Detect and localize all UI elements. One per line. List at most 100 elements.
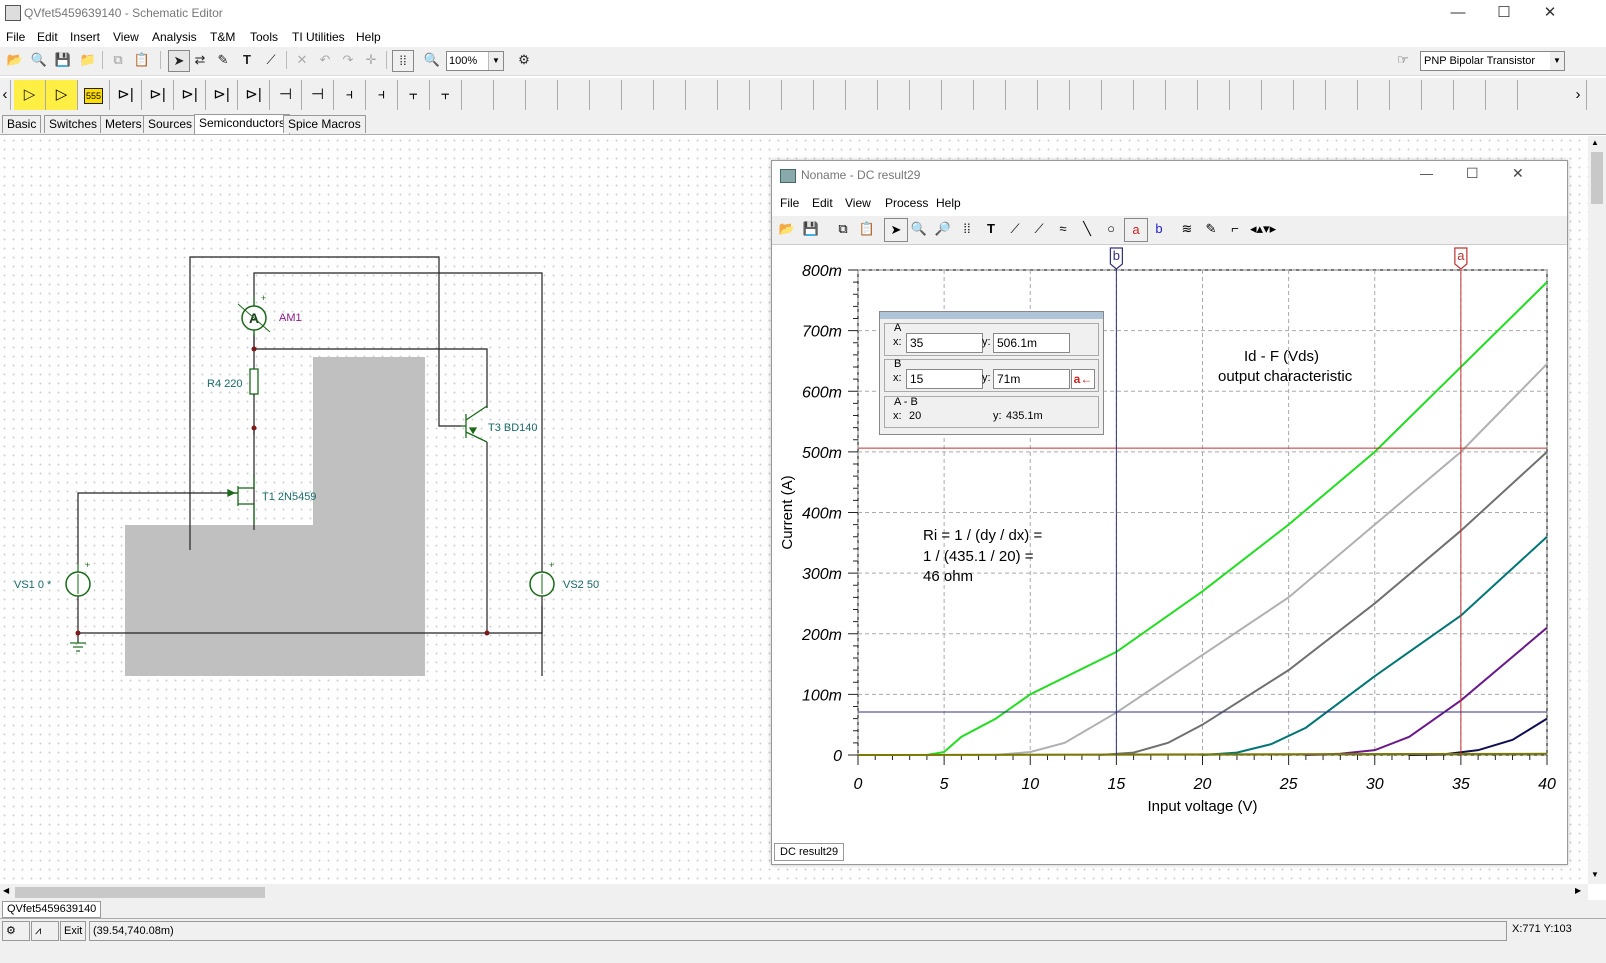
cursor-b-x-field[interactable]: 15	[906, 369, 983, 389]
find-component-icon[interactable]: ☞	[1393, 50, 1413, 70]
dc-result-window[interactable]: Noname - DC result29 — ☐ ✕ File Edit Vie…	[771, 160, 1568, 865]
pencil-icon[interactable]: ✎	[213, 50, 233, 70]
scroll-up-icon[interactable]: ▲	[1591, 138, 1599, 147]
result-text-icon[interactable]: T	[980, 218, 1002, 240]
result-select-icon[interactable]: ➤	[884, 218, 908, 242]
result-sheet-tab[interactable]: DC result29	[774, 843, 845, 861]
result-menu-view[interactable]: View	[845, 196, 871, 210]
result-circle-icon[interactable]: ○	[1100, 218, 1122, 240]
result-step-icon[interactable]: ⌐	[1224, 218, 1246, 240]
diode-icon[interactable]: ⊳|	[110, 80, 142, 110]
minimize-button[interactable]: —	[1436, 0, 1480, 26]
component-select[interactable]: PNP Bipolar Transistor ▼	[1420, 51, 1565, 71]
result-nav-icon[interactable]: ◂▴▾▸	[1250, 218, 1276, 240]
result-paste-icon[interactable]: 📋	[856, 218, 878, 240]
preview-icon[interactable]: 🔍	[29, 50, 49, 70]
grid-icon[interactable]: ⁞⁞	[392, 50, 414, 72]
result-open-icon[interactable]: 📂	[776, 218, 798, 240]
redo-icon[interactable]: ↷	[338, 50, 358, 70]
result-curve1-icon[interactable]: ⟋	[1004, 218, 1026, 240]
result-line-icon[interactable]: ╲	[1076, 218, 1098, 240]
result-grid-icon[interactable]: ⁞⁞	[956, 218, 978, 240]
chevron-down-icon[interactable]: ▼	[488, 52, 503, 70]
open-icon[interactable]: 📂	[5, 50, 25, 70]
save-icon[interactable]: 💾	[53, 50, 73, 70]
maximize-button[interactable]: ☐	[1482, 0, 1526, 26]
result-menu-file[interactable]: File	[780, 196, 799, 210]
scroll-left-icon[interactable]: ‹	[0, 80, 11, 110]
cursor-a-y-field[interactable]: 506.1m	[993, 333, 1070, 353]
result-probe-icon[interactable]: ✎	[1200, 218, 1222, 240]
jfet-p-icon[interactable]: ⫟	[430, 80, 462, 110]
cursor-values-panel[interactable]: A x: 35 y: 506.1m B x: 15 y: 71m a← A - …	[879, 311, 1104, 435]
pmos-icon[interactable]: ⫞	[366, 80, 398, 110]
result-save-icon[interactable]: 💾	[800, 218, 822, 240]
nmos-icon[interactable]: ⫞	[334, 80, 366, 110]
result-menu-help[interactable]: Help	[936, 196, 961, 210]
menu-tools[interactable]: Tools	[250, 30, 278, 44]
npn-transistor-icon[interactable]: ⊣	[270, 80, 302, 110]
menu-tm[interactable]: T&M	[210, 30, 235, 44]
paste-icon[interactable]: 📋	[132, 50, 152, 70]
menu-file[interactable]: File	[6, 30, 25, 44]
varactor-icon[interactable]: ⊳|	[238, 80, 270, 110]
menu-view[interactable]: View	[113, 30, 139, 44]
result-close-button[interactable]: ✕	[1512, 165, 1524, 182]
zoom-icon[interactable]: 🔍	[422, 50, 442, 70]
resistor-r4[interactable]	[249, 368, 259, 395]
tab-semiconductors[interactable]: Semiconductors	[194, 114, 291, 134]
transistor-t1[interactable]	[227, 476, 255, 524]
transistor-t3[interactable]	[461, 405, 488, 443]
result-wave-icon[interactable]: ≋	[1176, 218, 1198, 240]
timer-555-icon[interactable]: 555	[78, 80, 110, 110]
select-arrow-icon[interactable]: ➤	[168, 50, 190, 72]
tab-spice-macros[interactable]: Spice Macros	[283, 115, 366, 133]
result-curve3-icon[interactable]: ≈	[1052, 218, 1074, 240]
horizontal-scroll-thumb[interactable]	[15, 887, 265, 898]
vertical-scrollbar[interactable]: ▲ ▼	[1588, 136, 1606, 884]
led-icon[interactable]: ⊳|	[174, 80, 206, 110]
close-button[interactable]: ✕	[1528, 0, 1572, 26]
tab-meters[interactable]: Meters	[100, 115, 147, 133]
ground-icon[interactable]	[70, 642, 86, 652]
wire-arrow-icon[interactable]: ⇄	[190, 50, 210, 70]
schottky-icon[interactable]: ⊳|	[206, 80, 238, 110]
menu-insert[interactable]: Insert	[70, 30, 100, 44]
draw-tool-icon[interactable]: ⟋	[261, 50, 281, 70]
cross-icon[interactable]: ✛	[361, 50, 381, 70]
open-folder-icon[interactable]: 📁	[78, 50, 98, 70]
result-copy-icon[interactable]: ⧉	[832, 218, 854, 240]
menu-edit[interactable]: Edit	[37, 30, 58, 44]
analysis-status-icon[interactable]: ⩘	[31, 921, 59, 941]
undo-icon[interactable]: ↶	[315, 50, 335, 70]
cursor-a-select-button[interactable]: a←	[1071, 369, 1095, 389]
component-wizard-icon[interactable]: ⚙	[514, 50, 534, 70]
menu-ti-utilities[interactable]: TI Utilities	[292, 30, 345, 44]
cursor-b-tool-icon[interactable]: b	[1148, 218, 1170, 240]
result-zoom-out-icon[interactable]: 🔎	[932, 218, 954, 240]
sheet-tab[interactable]: QVfet5459639140	[2, 901, 102, 918]
horizontal-scrollbar[interactable]: ◀ ▶	[0, 884, 1588, 900]
tab-basic[interactable]: Basic	[2, 115, 42, 133]
result-menu-process[interactable]: Process	[885, 196, 928, 210]
comparator-icon[interactable]: ▷	[46, 80, 78, 110]
scroll-right-arrow-icon[interactable]: ▶	[1575, 886, 1581, 895]
exit-button[interactable]: Exit	[60, 921, 87, 941]
scroll-down-icon[interactable]: ▼	[1591, 870, 1599, 879]
schematic-drawing[interactable]: A + AM1 R4 220 T3 BD140 T1 2N5459	[0, 136, 770, 676]
scroll-right-icon[interactable]: ›	[1570, 80, 1587, 110]
cursor-a-tool-icon[interactable]: a	[1124, 218, 1148, 242]
result-zoom-in-icon[interactable]: 🔍	[908, 218, 930, 240]
zener-icon[interactable]: ⊳|	[142, 80, 174, 110]
vertical-scroll-thumb[interactable]	[1591, 152, 1603, 204]
cursor-b-y-field[interactable]: 71m	[993, 369, 1070, 389]
jfet-n-icon[interactable]: ⫟	[398, 80, 430, 110]
ammeter-am1[interactable]: A +	[237, 293, 271, 336]
cursor-a-x-field[interactable]: 35	[906, 333, 983, 353]
tab-switches[interactable]: Switches	[44, 115, 103, 133]
text-tool-icon[interactable]: T	[237, 50, 257, 70]
result-maximize-button[interactable]: ☐	[1466, 165, 1479, 182]
pnp-transistor-icon[interactable]: ⊣	[302, 80, 334, 110]
chevron-down-icon[interactable]: ▼	[1550, 52, 1564, 70]
settings-status-icon[interactable]: ⚙	[2, 921, 30, 941]
